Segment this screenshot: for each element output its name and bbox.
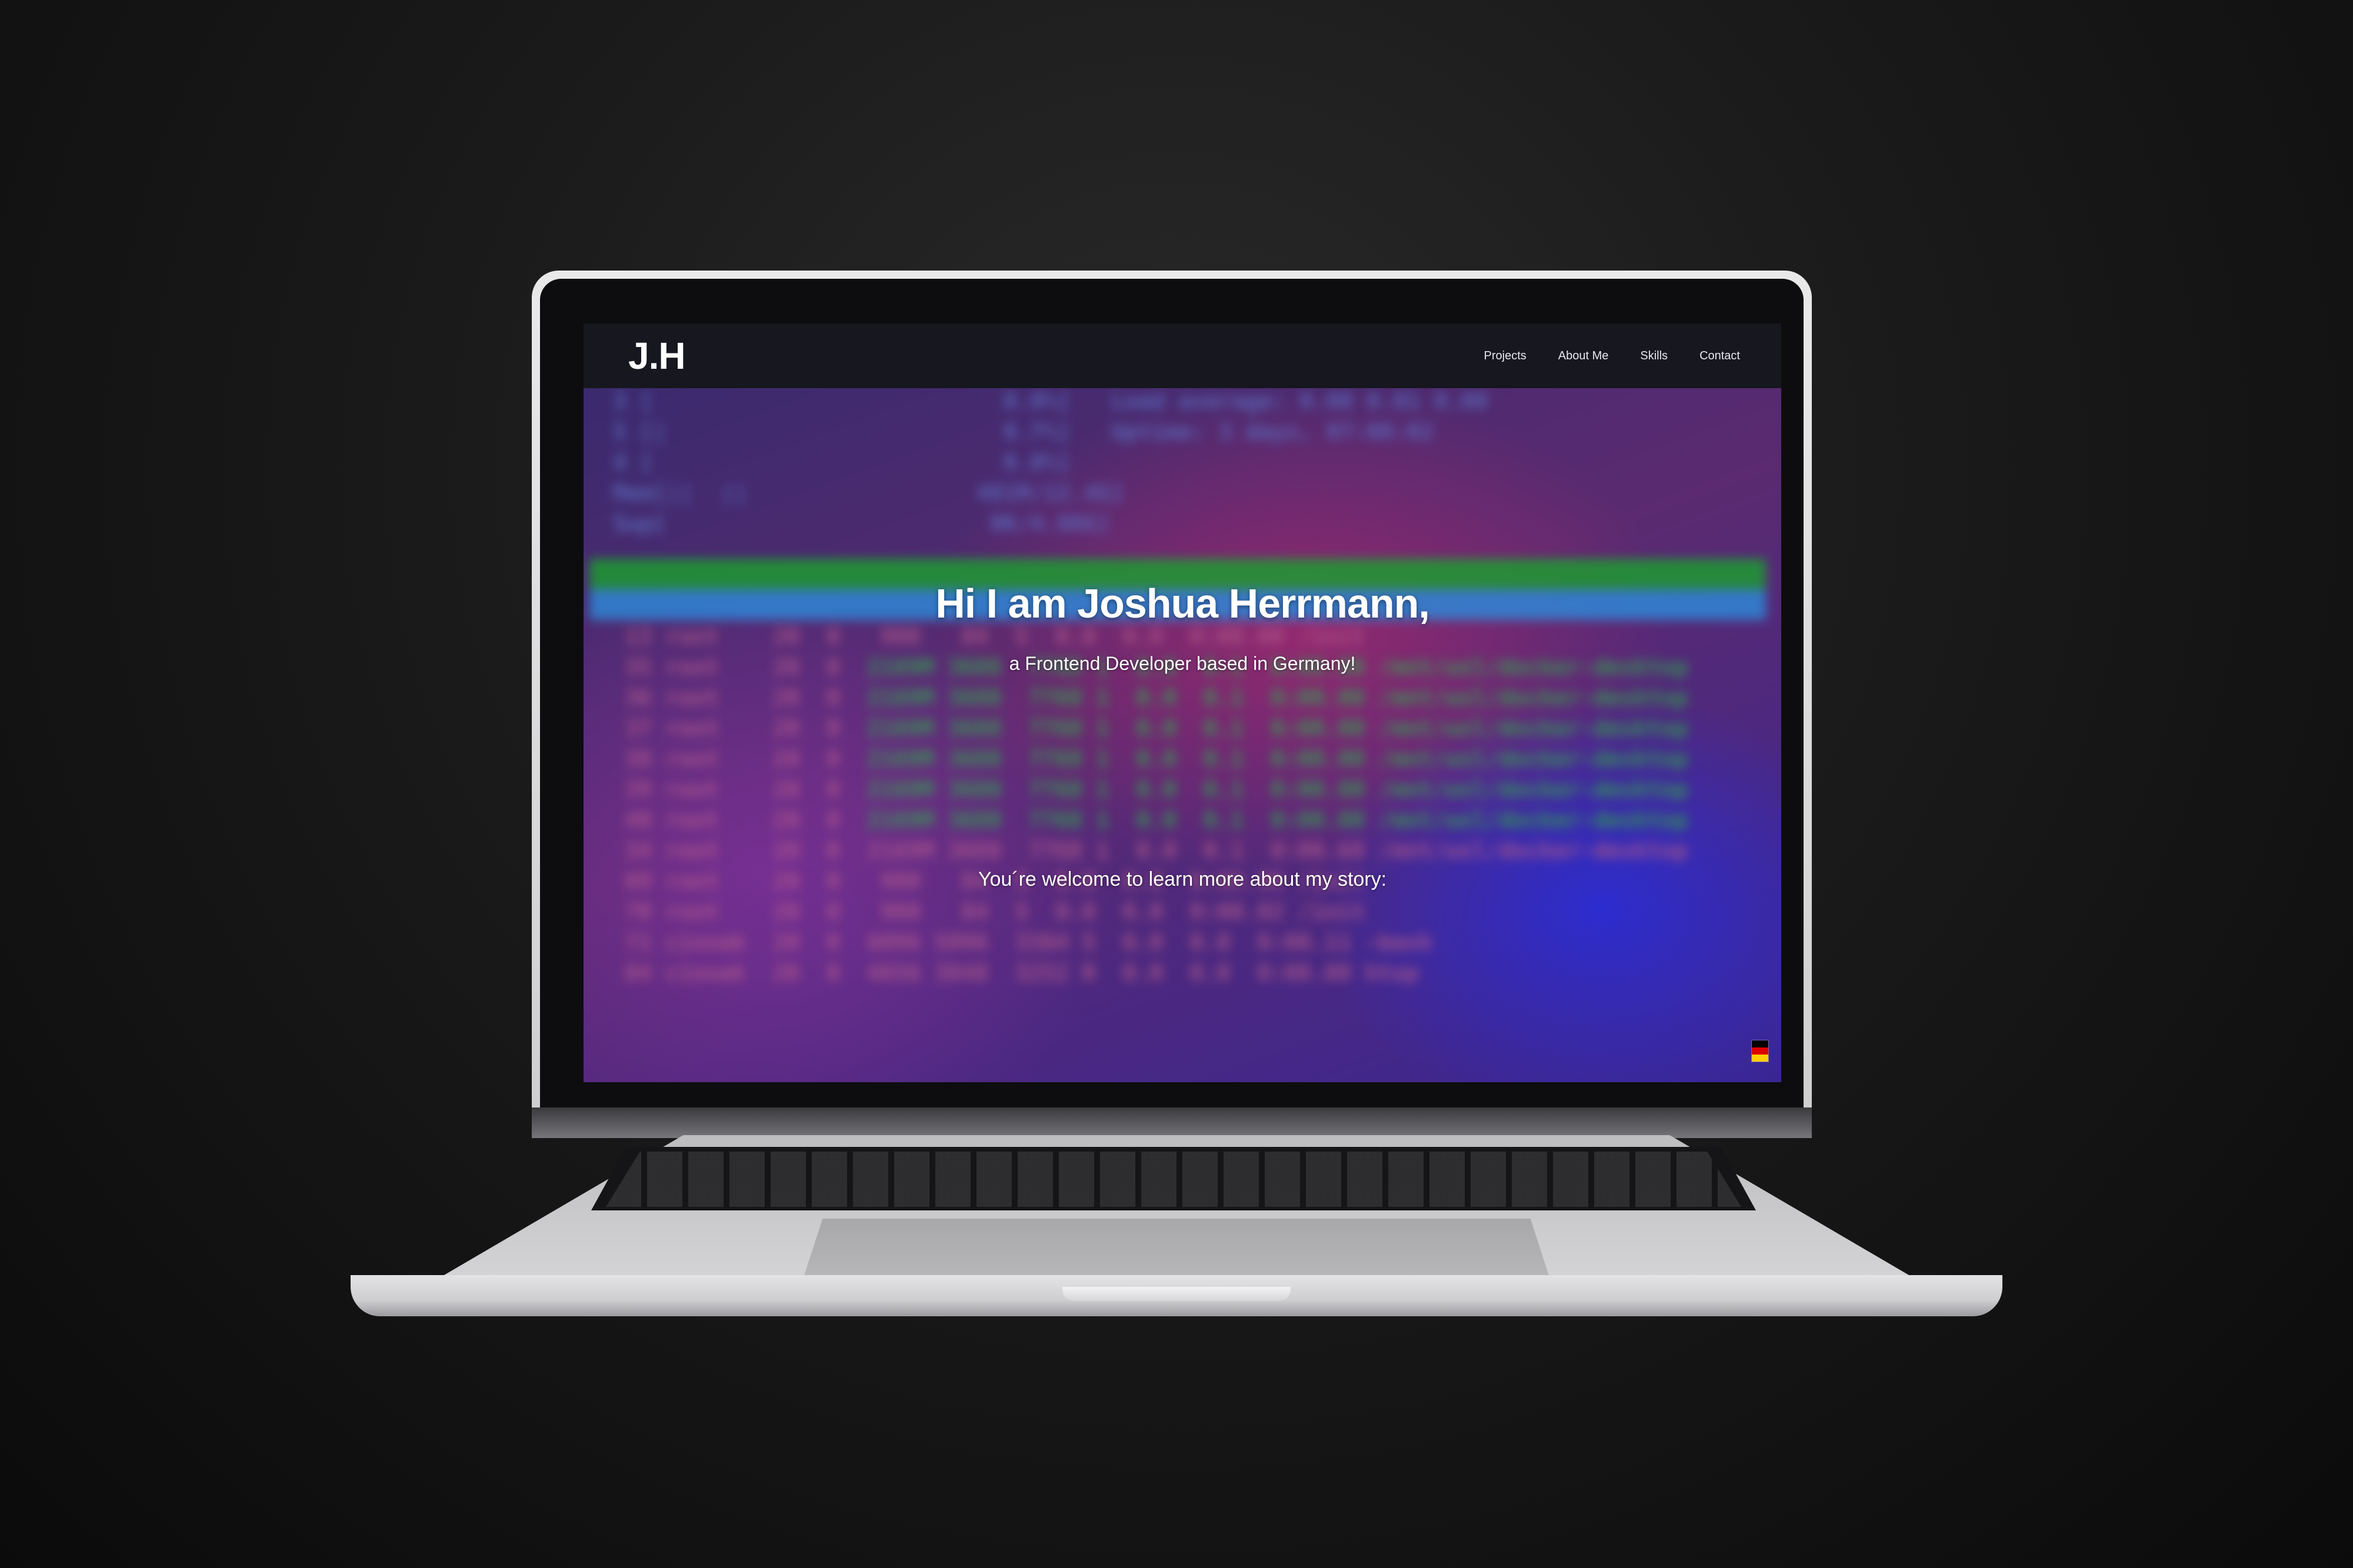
laptop-lid-notch [1062, 1287, 1291, 1301]
hero-title: Hi I am Joshua Herrmann, [935, 581, 1430, 626]
screen-bezel: 3 [ 0.0%] Load average: 0.00 0.01 0.00 5… [540, 279, 1804, 1109]
nav-link-contact[interactable]: Contact [1699, 349, 1740, 363]
site-navbar: J.H Projects About Me Skills Contact [584, 323, 1781, 388]
website-screen: 3 [ 0.0%] Load average: 0.00 0.01 0.00 5… [584, 323, 1781, 1082]
hero-subtitle: a Frontend Developer based in Germany! [1009, 653, 1356, 674]
hero-cta-text: You´re welcome to learn more about my st… [978, 868, 1387, 890]
nav-link-about-me[interactable]: About Me [1558, 349, 1609, 363]
nav-link-skills[interactable]: Skills [1640, 349, 1668, 363]
nav-links: Projects About Me Skills Contact [1484, 323, 1740, 388]
nav-link-projects[interactable]: Projects [1484, 349, 1527, 363]
germany-flag-icon[interactable] [1751, 1040, 1769, 1062]
laptop-mockup-scene: 3 [ 0.0%] Load average: 0.00 0.01 0.00 5… [0, 0, 2353, 1568]
laptop-lid: 3 [ 0.0%] Load average: 0.00 0.01 0.00 5… [532, 271, 1812, 1138]
keyboard-keys [606, 1152, 1741, 1207]
laptop-hinge [532, 1107, 1812, 1138]
blurred-terminal-background: 3 [ 0.0%] Load average: 0.00 0.01 0.00 5… [589, 388, 1775, 1082]
site-logo[interactable]: J.H [628, 334, 686, 378]
hero-background: 3 [ 0.0%] Load average: 0.00 0.01 0.00 5… [584, 388, 1781, 1082]
